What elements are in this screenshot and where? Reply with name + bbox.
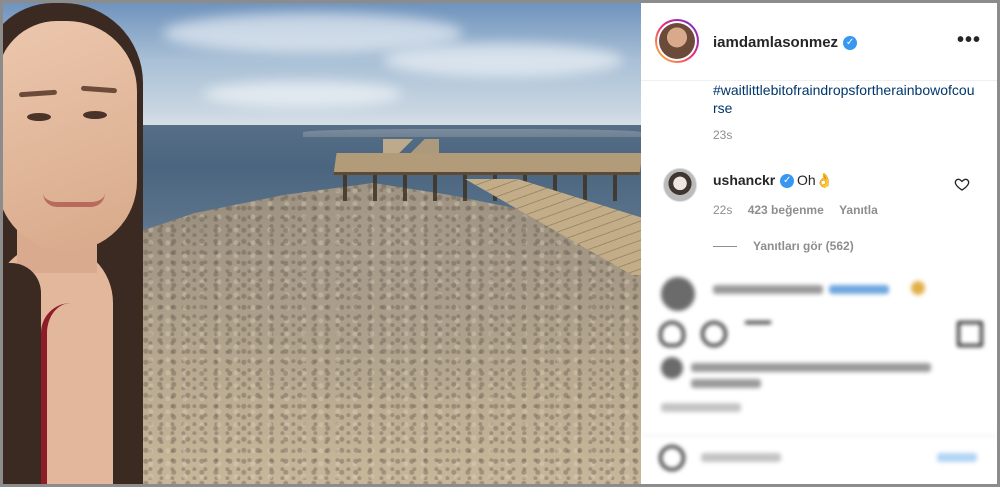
selfie-person xyxy=(3,3,173,484)
blurred-emoji xyxy=(911,281,925,295)
like-comment-heart-icon[interactable] xyxy=(954,176,970,192)
divider xyxy=(641,435,997,436)
save-icon[interactable] xyxy=(957,321,983,347)
comment-likes[interactable]: 423 beğenme xyxy=(748,203,824,217)
blurred-text xyxy=(661,403,741,412)
verified-badge-icon: ✓ xyxy=(780,174,795,189)
blurred-region xyxy=(641,265,997,484)
comment-timestamp: 22s xyxy=(713,203,733,217)
commenter-username-row: ushanckr ✓ xyxy=(713,172,795,189)
action-icon-row xyxy=(657,317,987,353)
blurred-input-text[interactable] xyxy=(701,453,781,462)
comment-meta: 22s 423 beğenme Yanıtla xyxy=(713,203,890,217)
view-replies-button[interactable]: Yanıtları gör (562) xyxy=(713,239,854,253)
horizon-land xyxy=(303,129,641,137)
author-avatar[interactable] xyxy=(655,19,699,63)
commenter-avatar[interactable] xyxy=(663,168,697,202)
blurred-avatar xyxy=(661,357,683,379)
caption-hashtag[interactable]: #waitlittlebitofraindropsfortherainbowof… xyxy=(713,81,979,117)
author-username-row: iamdamlasonmez ✓ xyxy=(713,34,858,51)
blurred-text xyxy=(691,363,931,372)
blurred-text xyxy=(713,285,823,294)
caption-timestamp: 23s xyxy=(713,128,733,142)
cloud xyxy=(203,81,403,107)
post-side-panel: iamdamlasonmez ✓ ••• #waitlittlebitofrain… xyxy=(641,3,997,484)
commenter-username[interactable]: ushanckr xyxy=(713,172,775,188)
wooden-pier xyxy=(333,153,641,175)
blurred-post-button[interactable] xyxy=(937,453,977,462)
emoji-icon[interactable] xyxy=(659,445,685,471)
author-username[interactable]: iamdamlasonmez xyxy=(713,34,838,51)
share-icon[interactable] xyxy=(740,321,772,347)
reply-button[interactable]: Yanıtla xyxy=(839,203,878,217)
post-header: iamdamlasonmez ✓ ••• xyxy=(641,3,997,81)
comment-text: Oh👌 xyxy=(797,172,834,188)
screenshot-frame: iamdamlasonmez ✓ ••• #waitlittlebitofrain… xyxy=(3,3,997,484)
comment-icon[interactable] xyxy=(701,321,727,347)
blurred-text xyxy=(691,379,761,388)
more-options-icon[interactable]: ••• xyxy=(957,29,981,52)
heart-icon[interactable] xyxy=(659,321,685,347)
blurred-avatar xyxy=(661,277,695,311)
cloud xyxy=(383,43,623,77)
post-photo[interactable] xyxy=(3,3,641,484)
blurred-text xyxy=(829,285,889,294)
verified-badge-icon: ✓ xyxy=(843,36,858,51)
